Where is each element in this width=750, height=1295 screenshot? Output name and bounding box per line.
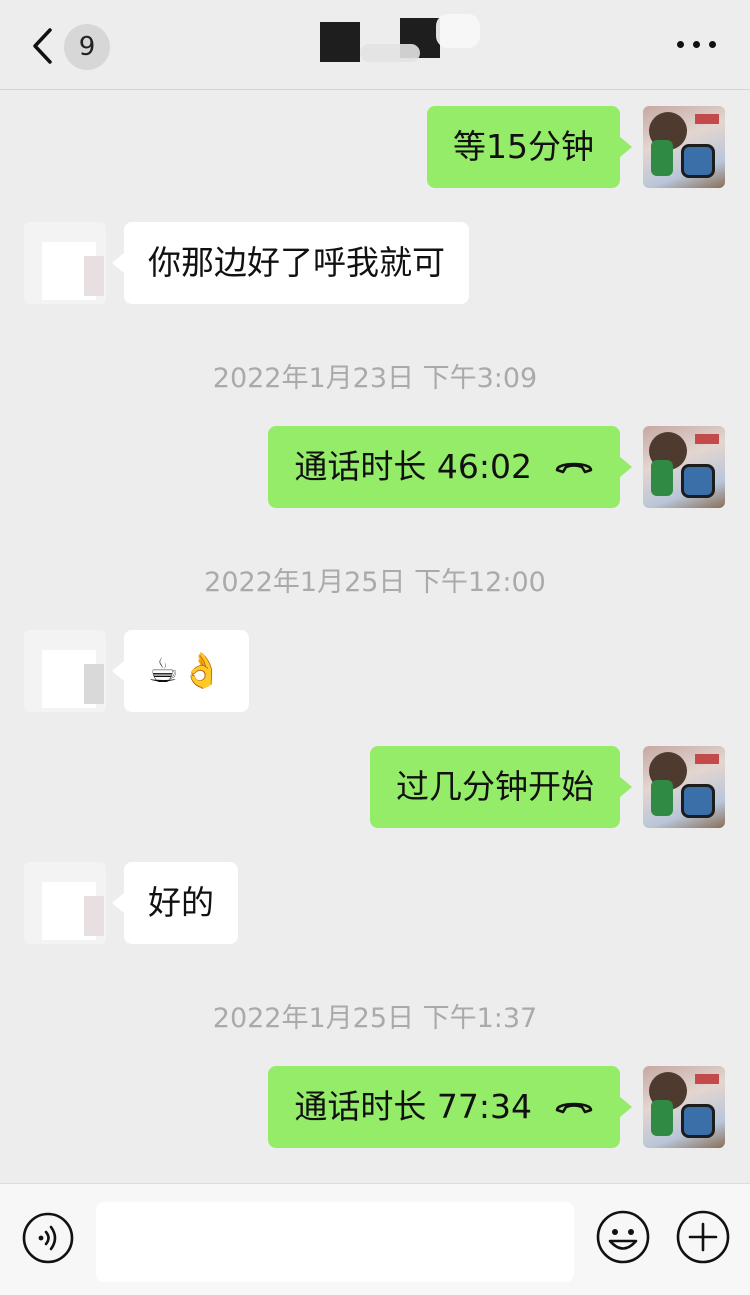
plus-icon <box>676 1210 730 1264</box>
message-input-bar <box>0 1183 750 1295</box>
chat-header: 9 <box>0 0 750 90</box>
emoji-text: ☕👌 <box>148 651 225 691</box>
message-list[interactable]: 等15分钟 你那边好了呼我就可 2022年1月23日 下午3:09 通话时长 4… <box>0 90 750 1183</box>
my-avatar[interactable] <box>643 426 725 508</box>
chevron-left-icon <box>33 28 52 64</box>
message-timestamp: 2022年1月23日 下午3:09 <box>212 363 538 394</box>
message-text-input[interactable] <box>96 1202 574 1282</box>
message-timestamp: 2022年1月25日 下午12:00 <box>204 567 546 598</box>
call-record-bubble[interactable]: 通话时长 77:34 <box>268 1066 632 1148</box>
call-duration-text: 通话时长 77:34 <box>294 1087 532 1126</box>
call-record-bubble[interactable]: 通话时长 46:02 <box>268 426 632 508</box>
contact-avatar[interactable] <box>24 630 106 712</box>
call-duration-text: 通话时长 46:02 <box>294 447 532 486</box>
emoji-icon <box>596 1210 650 1264</box>
message-timestamp: 2022年1月25日 下午1:37 <box>212 1003 538 1034</box>
more-options-button[interactable] <box>666 24 726 64</box>
voice-input-icon <box>22 1212 74 1264</box>
chat-title-redacted <box>300 14 490 68</box>
my-avatar[interactable] <box>643 106 725 188</box>
unread-count-badge: 9 <box>64 24 110 70</box>
message-text: 等15分钟 <box>453 127 594 166</box>
sent-message-bubble[interactable]: 等15分钟 <box>427 106 632 188</box>
received-message-bubble[interactable]: 好的 <box>112 862 238 944</box>
message-text: 你那边好了呼我就可 <box>148 243 445 282</box>
voice-input-button[interactable] <box>22 1212 74 1264</box>
emoji-button[interactable] <box>596 1210 650 1264</box>
phone-hangup-icon <box>555 1102 593 1113</box>
sent-message-bubble[interactable]: 过几分钟开始 <box>370 746 632 828</box>
message-text: 好的 <box>148 883 214 922</box>
back-button[interactable]: 9 <box>26 22 116 70</box>
more-functions-button[interactable] <box>676 1210 730 1264</box>
my-avatar[interactable] <box>643 746 725 828</box>
received-message-bubble[interactable]: 你那边好了呼我就可 <box>112 222 469 304</box>
more-dots-icon <box>677 41 684 48</box>
message-text: 过几分钟开始 <box>396 767 594 806</box>
phone-hangup-icon <box>555 462 593 473</box>
received-emoji-bubble[interactable]: ☕👌 <box>112 630 249 712</box>
contact-avatar[interactable] <box>24 222 106 304</box>
contact-avatar[interactable] <box>24 862 106 944</box>
my-avatar[interactable] <box>643 1066 725 1148</box>
